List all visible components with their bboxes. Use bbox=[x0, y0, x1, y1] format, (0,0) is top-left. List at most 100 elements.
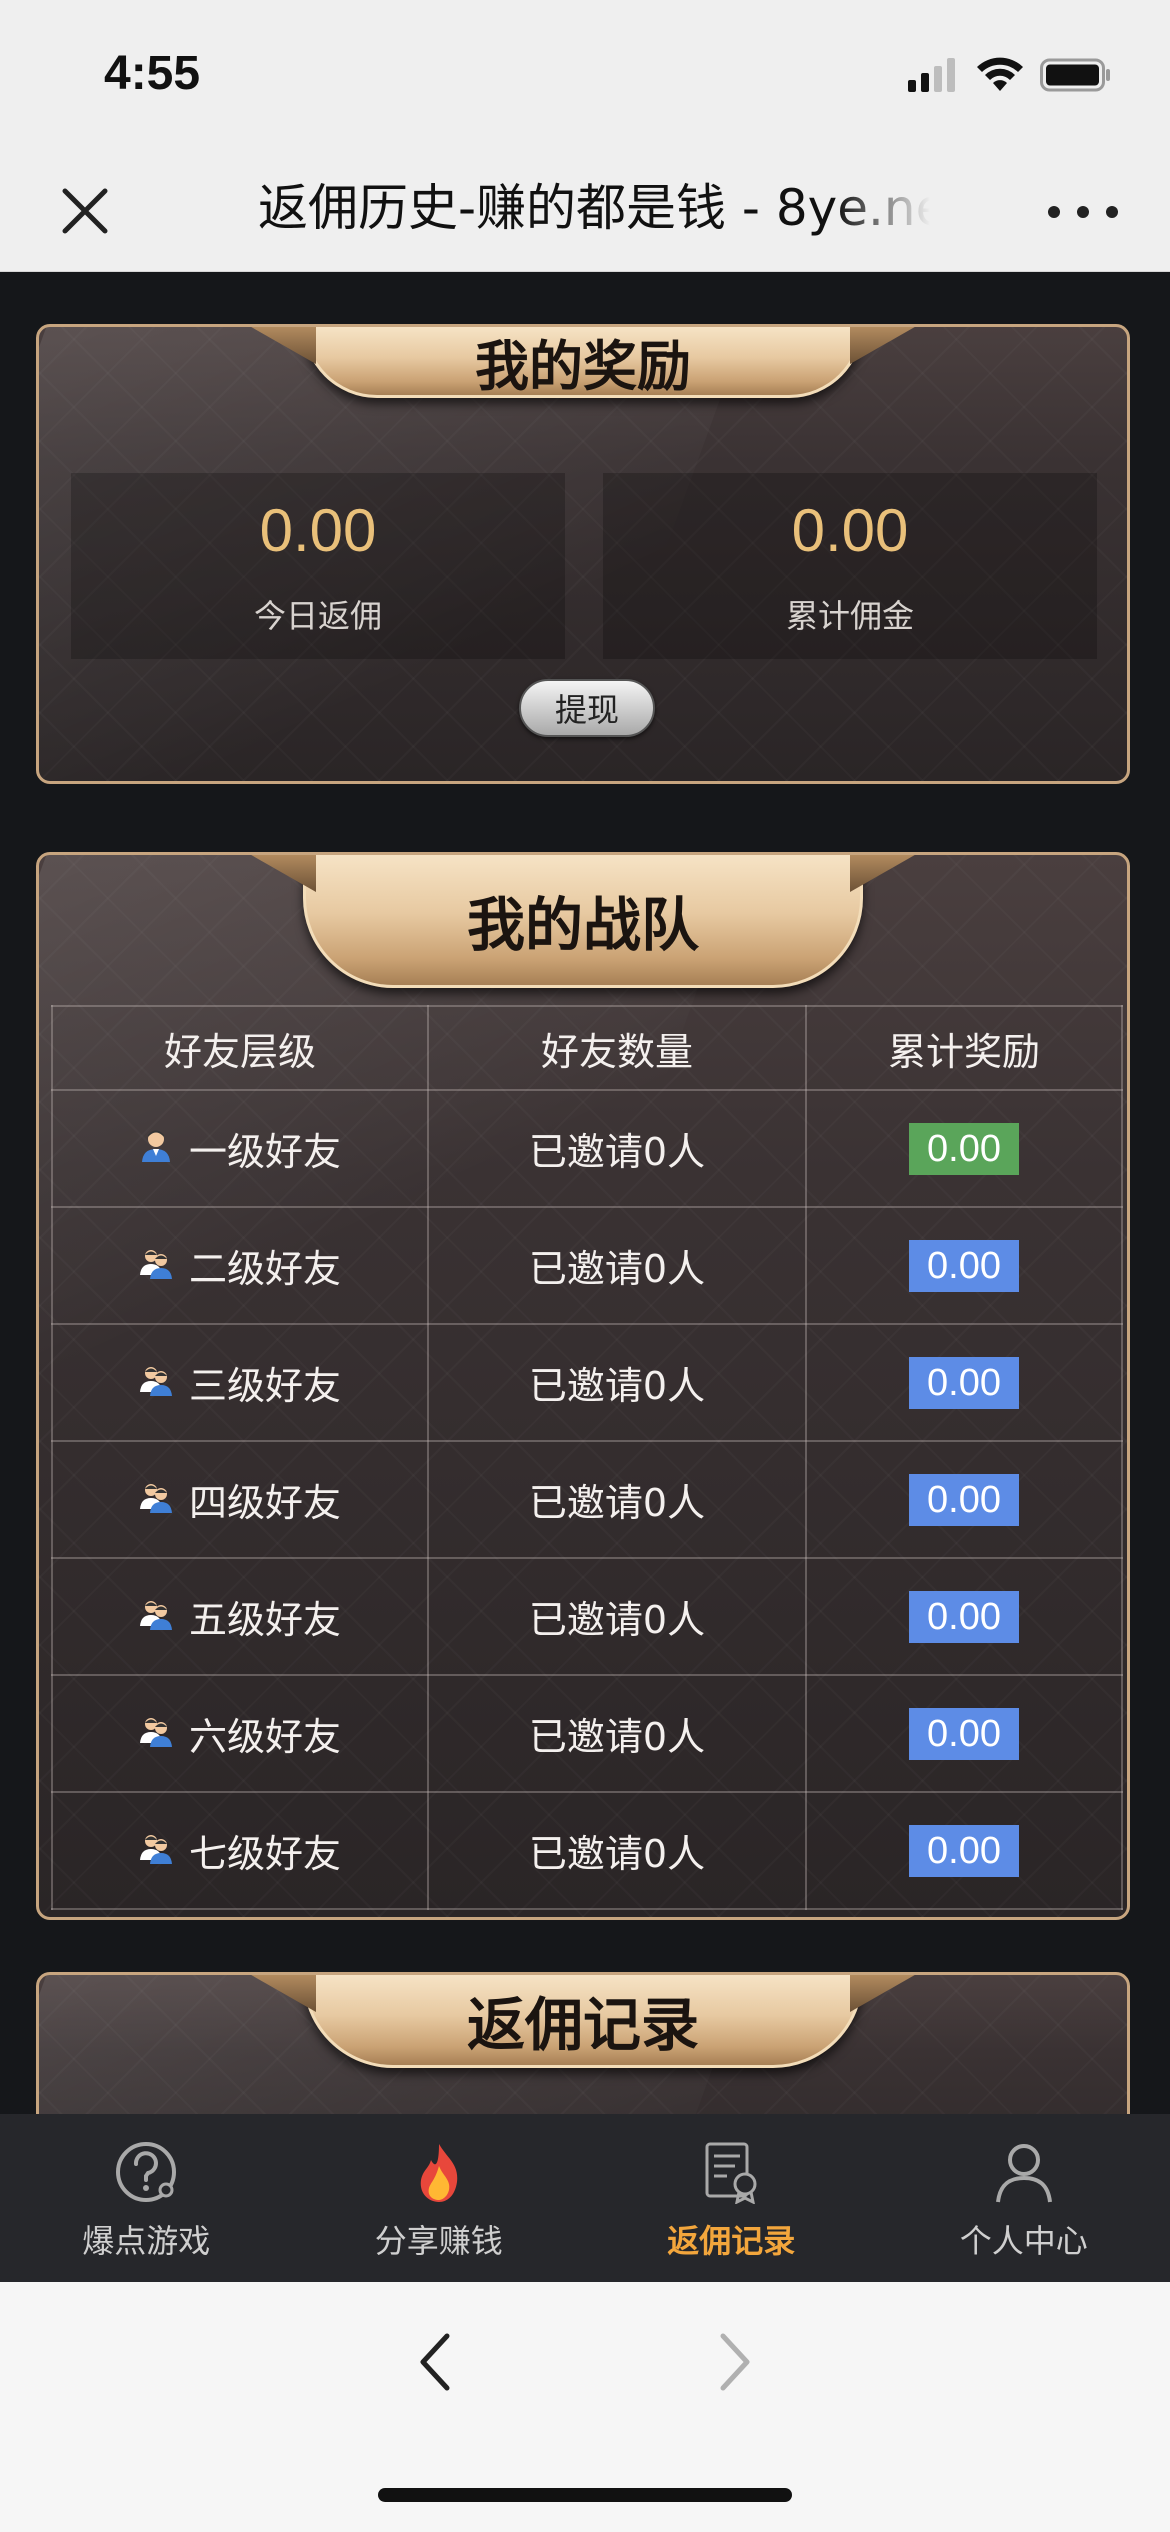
table-row: 七级好友 已邀请0人 0.00 bbox=[51, 1791, 1123, 1910]
header-count: 好友数量 bbox=[427, 1005, 807, 1091]
group-users-icon bbox=[139, 1829, 173, 1873]
today-commission-box: 0.00 今日返佣 bbox=[71, 473, 565, 659]
friend-count-cell: 已邀请0人 bbox=[427, 1206, 807, 1325]
more-dot-icon bbox=[1077, 206, 1089, 218]
group-users-icon bbox=[139, 1595, 173, 1639]
more-dot-icon bbox=[1106, 206, 1118, 218]
close-icon bbox=[62, 188, 108, 234]
rewards-ribbon: 我的奖励 bbox=[303, 327, 863, 398]
reward-badge: 0.00 bbox=[909, 1824, 1019, 1877]
back-button[interactable] bbox=[400, 2322, 470, 2402]
friend-reward-cell: 0.00 bbox=[805, 1323, 1123, 1442]
friend-reward-cell: 0.00 bbox=[805, 1440, 1123, 1559]
reward-badge: 0.00 bbox=[909, 1122, 1019, 1175]
friend-count-cell: 已邀请0人 bbox=[427, 1674, 807, 1793]
forward-button[interactable] bbox=[700, 2322, 770, 2402]
battery-icon bbox=[1040, 58, 1110, 92]
rewards-title: 我的奖励 bbox=[475, 334, 691, 398]
friend-count-cell: 已邀请0人 bbox=[427, 1557, 807, 1676]
status-bar: 4:55 bbox=[0, 0, 1170, 140]
user-icon bbox=[995, 2144, 1052, 2203]
tab-label: 分享赚钱 bbox=[374, 2222, 503, 2260]
records-ribbon: 返佣记录 bbox=[303, 1975, 863, 2068]
friend-level-cell: 一级好友 bbox=[51, 1089, 429, 1208]
tab-label: 爆点游戏 bbox=[82, 2222, 211, 2260]
today-commission-value: 0.00 bbox=[259, 496, 377, 564]
close-button[interactable] bbox=[50, 176, 120, 246]
tab-boom-game[interactable]: 爆点游戏 bbox=[0, 2114, 293, 2282]
main-content[interactable]: 我的奖励 0.00 今日返佣 0.00 累计佣金 提现 我的战队 好友层级 好友… bbox=[0, 272, 1170, 2114]
header-level: 好友层级 bbox=[51, 1005, 429, 1091]
chevron-right-icon bbox=[720, 2333, 750, 2391]
reward-badge: 0.00 bbox=[909, 1590, 1019, 1643]
friend-level-label: 五级好友 bbox=[188, 1598, 341, 1642]
friend-count-cell: 已邀请0人 bbox=[427, 1791, 807, 1910]
friend-level-cell: 六级好友 bbox=[51, 1674, 429, 1793]
friend-reward-cell: 0.00 bbox=[805, 1206, 1123, 1325]
signal-icon bbox=[908, 58, 955, 92]
browser-toolbar bbox=[0, 2282, 1170, 2532]
table-row: 五级好友 已邀请0人 0.00 bbox=[51, 1557, 1123, 1676]
bottom-tab-bar: 爆点游戏 分享赚钱 返佣记录 个人中心 bbox=[0, 2114, 1170, 2282]
status-time: 4:55 bbox=[104, 47, 201, 100]
tab-label: 返佣记录 bbox=[667, 2222, 796, 2260]
team-table: 好友层级 好友数量 累计奖励 一级好友 已邀请0人 0.00 二级好友 已邀请0人 0.0… bbox=[51, 1005, 1123, 1910]
friend-level-label: 三级好友 bbox=[188, 1364, 341, 1408]
friend-reward-cell: 0.00 bbox=[805, 1089, 1123, 1208]
friend-count-cell: 已邀请0人 bbox=[427, 1440, 807, 1559]
status-icons bbox=[908, 50, 1112, 100]
total-commission-label: 累计佣金 bbox=[785, 596, 914, 635]
team-title: 我的战队 bbox=[466, 891, 699, 959]
more-dot-icon bbox=[1048, 206, 1060, 218]
question-circle-icon bbox=[116, 2142, 177, 2202]
chevron-left-icon bbox=[420, 2333, 450, 2391]
friend-level-cell: 四级好友 bbox=[51, 1440, 429, 1559]
rewards-panel: 我的奖励 0.00 今日返佣 0.00 累计佣金 提现 bbox=[36, 324, 1130, 784]
browser-nav-bar: 返佣历史-赚的都是钱 - 8ye.net bbox=[0, 140, 1170, 272]
table-row: 四级好友 已邀请0人 0.00 bbox=[51, 1440, 1123, 1559]
group-users-icon bbox=[139, 1712, 173, 1756]
friend-level-cell: 七级好友 bbox=[51, 1791, 429, 1910]
friend-level-label: 七级好友 bbox=[188, 1832, 341, 1876]
friend-level-label: 六级好友 bbox=[188, 1715, 341, 1759]
page-title: 返佣历史-赚的都是钱 - 8ye.net bbox=[258, 179, 930, 237]
table-row: 六级好友 已邀请0人 0.00 bbox=[51, 1674, 1123, 1793]
flame-icon bbox=[420, 2144, 457, 2202]
header-reward: 累计奖励 bbox=[805, 1005, 1123, 1091]
more-button[interactable] bbox=[1048, 182, 1118, 242]
records-panel: 返佣记录 bbox=[36, 1972, 1130, 2114]
friend-reward-cell: 0.00 bbox=[805, 1674, 1123, 1793]
tab-label: 个人中心 bbox=[959, 2222, 1088, 2260]
team-table-header: 好友层级 好友数量 累计奖励 bbox=[51, 1005, 1123, 1091]
tab-commission-records[interactable]: 返佣记录 bbox=[585, 2114, 878, 2282]
records-title: 返佣记录 bbox=[466, 1991, 699, 2059]
group-users-icon bbox=[139, 1244, 173, 1288]
total-commission-box: 0.00 累计佣金 bbox=[603, 473, 1097, 659]
friend-level-label: 二级好友 bbox=[188, 1247, 341, 1291]
home-indicator bbox=[378, 2488, 792, 2502]
wifi-icon bbox=[977, 57, 1023, 91]
friend-reward-cell: 0.00 bbox=[805, 1791, 1123, 1910]
table-row: 三级好友 已邀请0人 0.00 bbox=[51, 1323, 1123, 1442]
tab-personal-center[interactable]: 个人中心 bbox=[878, 2114, 1170, 2282]
group-users-icon bbox=[139, 1478, 173, 1522]
friend-reward-cell: 0.00 bbox=[805, 1557, 1123, 1676]
reward-badge: 0.00 bbox=[909, 1473, 1019, 1526]
friend-level-label: 一级好友 bbox=[188, 1130, 341, 1174]
table-row: 一级好友 已邀请0人 0.00 bbox=[51, 1089, 1123, 1208]
certificate-icon bbox=[705, 2142, 757, 2204]
friend-count-cell: 已邀请0人 bbox=[427, 1089, 807, 1208]
friend-level-cell: 三级好友 bbox=[51, 1323, 429, 1442]
tab-share-earn[interactable]: 分享赚钱 bbox=[293, 2114, 586, 2282]
today-commission-label: 今日返佣 bbox=[253, 596, 382, 635]
reward-badge: 0.00 bbox=[909, 1239, 1019, 1292]
friend-level-cell: 五级好友 bbox=[51, 1557, 429, 1676]
reward-badge: 0.00 bbox=[909, 1356, 1019, 1409]
total-commission-value: 0.00 bbox=[791, 496, 909, 564]
table-row: 二级好友 已邀请0人 0.00 bbox=[51, 1206, 1123, 1325]
team-ribbon: 我的战队 bbox=[303, 855, 863, 988]
team-panel: 我的战队 好友层级 好友数量 累计奖励 一级好友 已邀请0人 0.00 二级好友 已邀请… bbox=[36, 852, 1130, 1920]
withdraw-button[interactable]: 提现 bbox=[519, 679, 655, 737]
friend-level-cell: 二级好友 bbox=[51, 1206, 429, 1325]
friend-level-label: 四级好友 bbox=[188, 1481, 341, 1525]
